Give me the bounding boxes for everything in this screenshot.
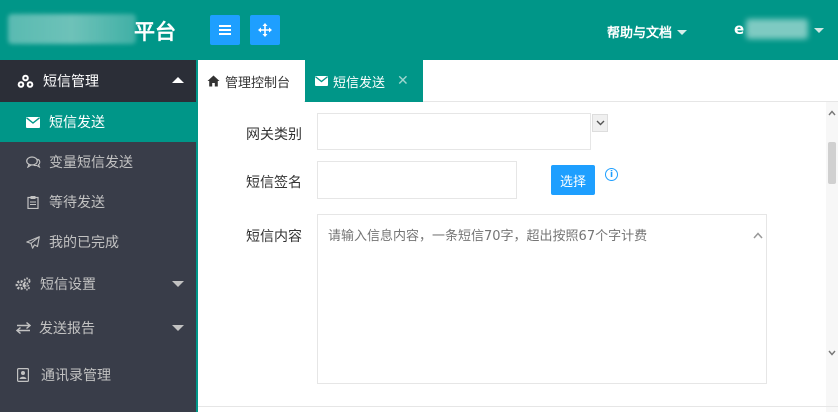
sidebar: 短信管理 短信发送 变量短信发送 等待发送 我的已完成 短信设置 发送报告 通讯…: [0, 60, 196, 412]
envelope-icon: [24, 113, 42, 131]
gateway-type-label: 网关类别: [246, 127, 302, 143]
move-icon: [258, 23, 272, 37]
sms-signature-input[interactable]: [317, 161, 517, 199]
logo-obscured-text: [8, 14, 136, 44]
user-menu[interactable]: e: [734, 19, 825, 39]
sidebar-item-label: 等待发送: [49, 195, 105, 211]
sidebar-item-address-book[interactable]: 通讯录管理: [0, 350, 196, 400]
exchange-icon: [14, 319, 32, 337]
logo-text: 平台: [134, 20, 176, 44]
chevron-down-icon: [828, 350, 836, 356]
sidebar-item-my-completed[interactable]: 我的已完成: [0, 222, 196, 262]
sms-signature-label: 短信签名: [246, 175, 302, 191]
choose-signature-button[interactable]: 选择: [551, 165, 595, 195]
cubes-icon: [16, 72, 34, 90]
fullscreen-button[interactable]: [250, 15, 280, 45]
tab-sms-send[interactable]: 短信发送 ✕: [305, 60, 423, 102]
sms-content-textarea[interactable]: 请输入信息内容，一条短信70字，超出按照67个字计费: [317, 214, 767, 384]
chevron-down-icon: [677, 30, 688, 35]
chevron-down-icon: [172, 281, 184, 287]
tab-label: 短信发送: [333, 75, 386, 91]
sidebar-item-label: 短信发送: [49, 115, 105, 131]
sidebar-item-sms-management[interactable]: 短信管理: [0, 60, 196, 102]
chevron-up-icon: [753, 232, 763, 239]
comments-icon: [24, 153, 42, 171]
content-bottom-border: [198, 406, 838, 407]
sidebar-item-pending-send[interactable]: 等待发送: [0, 182, 196, 222]
textarea-scrollbar[interactable]: [750, 215, 766, 385]
info-icon[interactable]: i: [605, 168, 618, 181]
user-initial: e: [734, 20, 745, 38]
paper-plane-icon: [24, 233, 42, 251]
logo[interactable]: 平台: [0, 0, 198, 60]
sms-content-placeholder: 请输入信息内容，一条短信70字，超出按照67个字计费: [328, 229, 648, 244]
sidebar-item-sms-send[interactable]: 短信发送: [0, 102, 196, 142]
help-docs-menu[interactable]: 帮助与文档: [607, 22, 688, 41]
gears-icon: [14, 275, 32, 293]
sidebar-item-label: 发送报告: [39, 321, 95, 337]
chevron-down-icon: [172, 325, 184, 331]
chevron-down-icon: [814, 27, 825, 33]
chevron-up-icon: [828, 110, 836, 116]
top-header: 平台 帮助与文档 e: [0, 0, 838, 60]
sidebar-item-label: 短信设置: [40, 277, 96, 293]
hamburger-icon: [219, 25, 231, 35]
help-docs-label: 帮助与文档: [607, 26, 673, 41]
sidebar-item-label: 通讯录管理: [41, 368, 111, 384]
sidebar-item-variable-sms-send[interactable]: 变量短信发送: [0, 142, 196, 182]
clipboard-icon: [24, 193, 42, 211]
tab-admin-console[interactable]: 管理控制台: [198, 60, 304, 102]
chevron-down-icon: [596, 120, 604, 126]
close-icon[interactable]: ✕: [397, 73, 409, 89]
menu-toggle-button[interactable]: [210, 15, 240, 45]
sidebar-item-label: 短信管理: [43, 74, 99, 90]
scrollbar-thumb[interactable]: [828, 142, 836, 184]
tab-bar: 管理控制台 短信发送 ✕: [198, 60, 838, 102]
user-name-obscured: [746, 19, 809, 39]
address-book-icon: [14, 366, 32, 384]
sms-content-label: 短信内容: [246, 229, 302, 245]
envelope-icon: [315, 76, 328, 86]
chevron-up-icon: [172, 77, 184, 83]
select-dropdown-button[interactable]: [592, 114, 608, 132]
sidebar-item-send-report[interactable]: 发送报告: [0, 306, 196, 350]
gateway-type-select[interactable]: [317, 113, 591, 150]
page-scrollbar[interactable]: [826, 102, 838, 412]
home-icon: [207, 75, 220, 87]
sidebar-item-label: 变量短信发送: [49, 155, 133, 171]
sidebar-item-label: 我的已完成: [49, 235, 119, 251]
sidebar-item-sms-settings[interactable]: 短信设置: [0, 262, 196, 306]
tab-label: 管理控制台: [225, 75, 291, 91]
sidebar-divider: [196, 60, 198, 412]
